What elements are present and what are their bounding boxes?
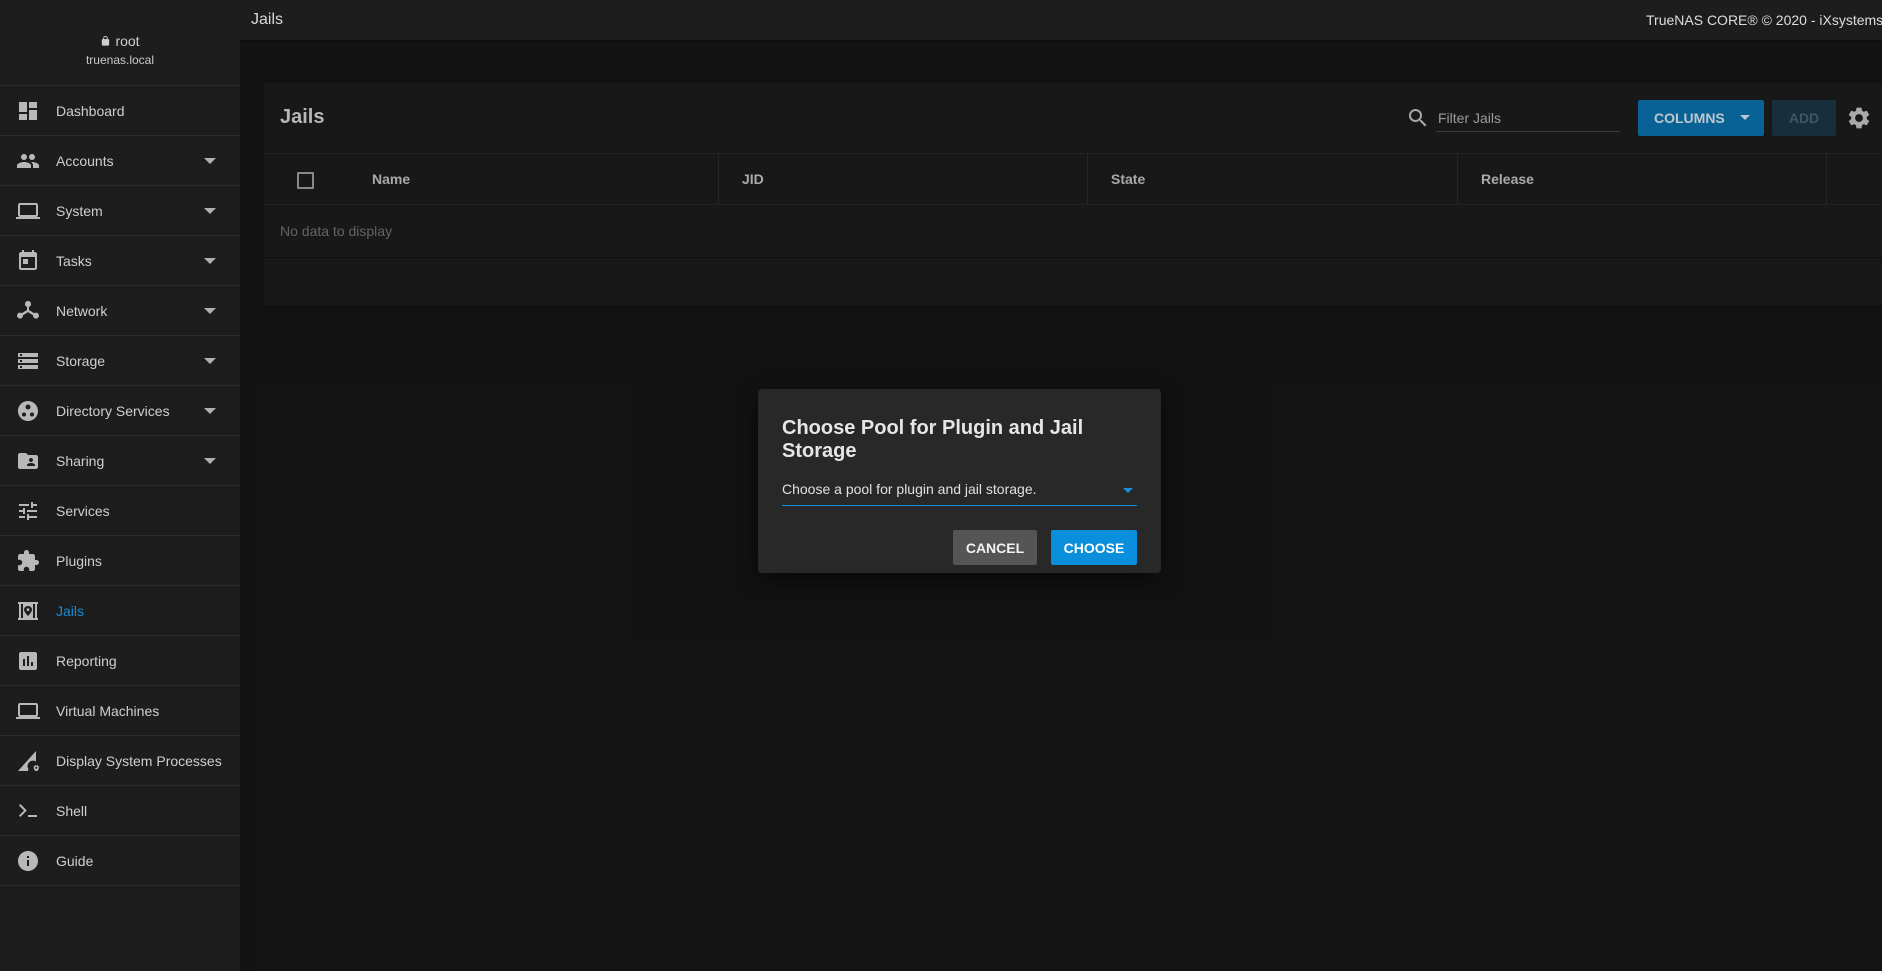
sidebar-item-label: Shell <box>56 802 88 819</box>
choose-pool-dialog: Choose Pool for Plugin and Jail Storage … <box>758 389 1161 573</box>
top-bar: Jails TrueNAS CORE® © 2020 - iXsystems <box>240 0 1882 41</box>
processes-icon <box>18 750 40 771</box>
sidebar-item-label: Display System Processes <box>56 752 222 769</box>
pool-select[interactable]: Choose a pool for plugin and jail storag… <box>782 479 1137 506</box>
sidebar-item-guide[interactable]: Guide <box>0 836 240 886</box>
chevron-down-icon <box>204 207 216 214</box>
sidebar-item-system[interactable]: System <box>0 186 240 236</box>
chevron-down-icon <box>204 257 216 264</box>
sidebar-item-sharing[interactable]: Sharing <box>0 436 240 486</box>
directory-icon <box>18 400 38 421</box>
dashboard-icon <box>19 101 37 120</box>
calendar-icon <box>19 249 37 270</box>
laptop-icon <box>16 702 40 719</box>
dialog-title: Choose Pool for Plugin and Jail Storage <box>782 417 1084 462</box>
sidebar-item-services[interactable]: Services <box>0 486 240 536</box>
network-icon <box>17 300 39 319</box>
user-box: root truenas.local <box>0 0 240 86</box>
sidebar-item-display-system-processes[interactable]: Display System Processes <box>0 736 240 786</box>
sidebar-item-label: Plugins <box>56 552 102 569</box>
sidebar-item-network[interactable]: Network <box>0 286 240 336</box>
sidebar-item-label: Dashboard <box>56 102 125 119</box>
sidebar-item-virtual-machines[interactable]: Virtual Machines <box>0 686 240 736</box>
folder-shared-icon <box>18 452 38 469</box>
cancel-button[interactable]: CANCEL <box>953 530 1037 565</box>
laptop-icon <box>16 202 40 219</box>
sidebar-item-label: System <box>56 202 103 219</box>
sidebar-item-label: Reporting <box>56 652 117 669</box>
tune-icon <box>19 501 37 520</box>
sidebar-item-label: Guide <box>56 852 94 869</box>
choose-button[interactable]: CHOOSE <box>1051 530 1137 565</box>
chart-icon <box>19 651 37 670</box>
chevron-down-icon <box>204 157 216 164</box>
sidebar-item-label: Tasks <box>56 252 92 269</box>
chevron-down-icon <box>1123 488 1133 493</box>
sidebar-item-plugins[interactable]: Plugins <box>0 536 240 586</box>
info-icon <box>18 850 38 871</box>
sidebar-item-label: Directory Services <box>56 402 170 419</box>
lock-icon <box>102 35 110 46</box>
sidebar-item-jails[interactable]: Jails <box>0 586 240 636</box>
sidebar-item-label: Jails <box>56 602 85 619</box>
sidebar: root truenas.local Dashboard Accounts Sy… <box>0 0 241 971</box>
sidebar-item-label: Accounts <box>56 152 114 169</box>
sidebar-item-label: Network <box>56 302 108 319</box>
puzzle-icon <box>18 549 39 571</box>
chevron-down-icon <box>204 307 216 314</box>
sidebar-item-label: Virtual Machines <box>56 702 160 719</box>
jail-icon <box>18 601 38 620</box>
sidebar-item-reporting[interactable]: Reporting <box>0 636 240 686</box>
sidebar-item-directory-services[interactable]: Directory Services <box>0 386 240 436</box>
sidebar-item-dashboard[interactable]: Dashboard <box>0 86 240 136</box>
user-name: root <box>115 33 140 49</box>
page-title: Jails <box>251 11 284 28</box>
sidebar-item-label: Storage <box>56 352 106 369</box>
storage-icon <box>18 352 38 369</box>
chevron-down-icon <box>204 457 216 464</box>
terminal-icon <box>19 803 37 817</box>
people-icon <box>17 153 39 168</box>
chevron-down-icon <box>204 407 216 414</box>
sidebar-item-accounts[interactable]: Accounts <box>0 136 240 186</box>
sidebar-item-tasks[interactable]: Tasks <box>0 236 240 286</box>
chevron-down-icon <box>204 357 216 364</box>
sidebar-item-shell[interactable]: Shell <box>0 786 240 836</box>
user-host: truenas.local <box>85 53 155 67</box>
sidebar-item-label: Services <box>56 502 110 519</box>
sidebar-item-label: Sharing <box>56 452 105 469</box>
sidebar-item-storage[interactable]: Storage <box>0 336 240 386</box>
pool-select-label: Choose a pool for plugin and jail storag… <box>782 481 1037 497</box>
copyright-text: TrueNAS CORE® © 2020 - iXsystems <box>1646 12 1882 28</box>
